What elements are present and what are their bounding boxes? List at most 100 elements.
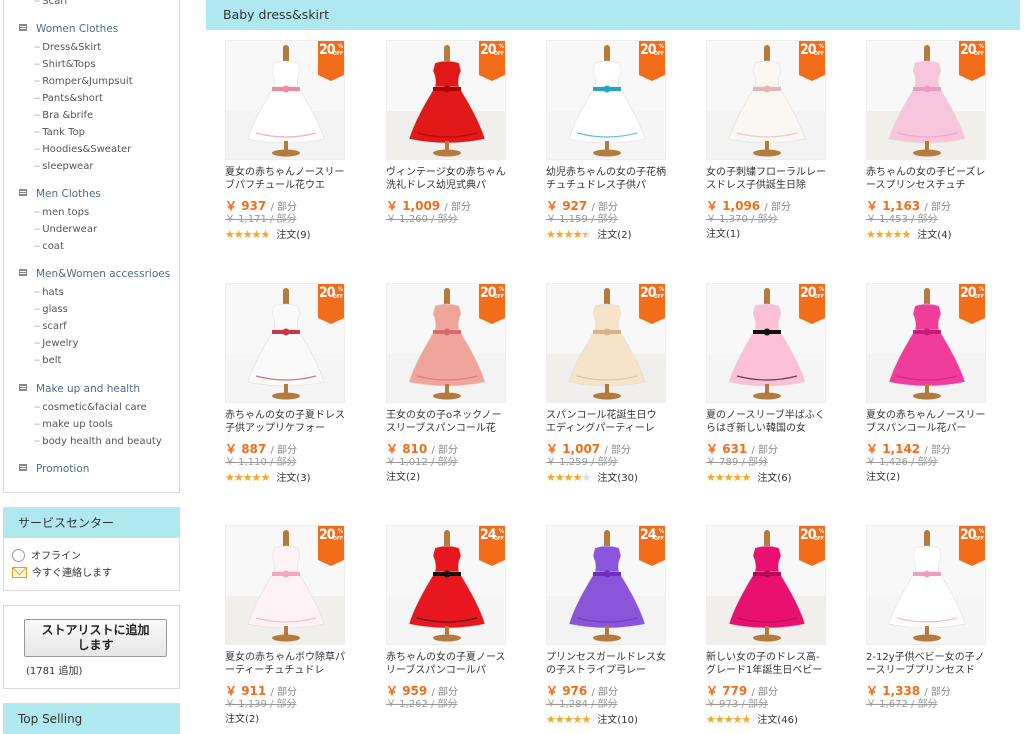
order-count: 注文(2): [866, 472, 901, 483]
tree-dash: --: [34, 59, 40, 70]
sidebar-item-label: body health and beauty: [42, 436, 162, 447]
product-card[interactable]: 20% OFF 赤ちゃんの女の子ビーズレースプリンセスチュチ ￥ 1,163 / 部分…: [866, 40, 1016, 242]
product-title[interactable]: 夏女の赤ちゃんノースリーブパフチュール花ウエ: [225, 166, 345, 192]
rating-row: 注文(1): [706, 227, 856, 242]
product-card[interactable]: 20% OFF スパンコール花誕生日ウエディングパーティーレ ￥ 1,007 / 部分…: [546, 283, 696, 485]
sidebar-item[interactable]: -- glass: [34, 304, 68, 315]
sidebar-group-4[interactable]: Promotion: [19, 463, 89, 475]
product-card[interactable]: 24% OFF プリンセスガールドレス女の子ストライプ弓レー ￥ 976 / 部分 ￥ …: [546, 525, 696, 727]
tree-dash: --: [34, 321, 40, 332]
product-thumbnail[interactable]: 20% OFF: [866, 40, 986, 160]
collapse-square-icon: [19, 384, 27, 391]
product-card[interactable]: 20% OFF 夏のノースリーブ半ばふくらはぎ新しい韓国の女 ￥ 631 / 部分 ￥ …: [706, 283, 856, 485]
sidebar-item-label: coat: [42, 241, 64, 252]
percent-sign: %: [498, 43, 504, 50]
product-title[interactable]: 幼児赤ちゃんの女の子花柄チュチュドレス子供パ: [546, 166, 666, 192]
sidebar-item[interactable]: -- Hoodies&Sweater: [34, 144, 131, 155]
discount-badge: 20% OFF: [799, 284, 825, 324]
sidebar-item[interactable]: -- cosmetic&facial care: [34, 402, 147, 413]
product-thumbnail[interactable]: 20% OFF: [706, 525, 826, 645]
sidebar-item[interactable]: -- coat: [34, 241, 64, 252]
product-thumbnail[interactable]: 20% OFF: [386, 40, 506, 160]
product-title[interactable]: 赤ちゃんの女の子夏ノースリーブスパンコールパ: [386, 651, 506, 677]
sidebar-group-2[interactable]: Men&Women accessrioes: [19, 268, 170, 280]
product-card[interactable]: 20% OFF 幼児赤ちゃんの女の子花柄チュチュドレス子供パ ￥ 927 / 部分 ￥ …: [546, 40, 696, 242]
product-card[interactable]: 20% OFF 新しい女の子のドレス高-グレード1年誕生日ベビー ￥ 779 / 部分…: [706, 525, 856, 727]
product-thumbnail[interactable]: 20% OFF: [706, 40, 826, 160]
product-title[interactable]: 夏女の赤ちゃんノースリーブスパンコール花パー: [866, 409, 986, 435]
category-heading: Baby dress&skirt: [206, 0, 1020, 30]
product-card[interactable]: 20% OFF 赤ちゃんの女の子夏ドレス子供アップリケフォー ￥ 887 / 部分 ￥ …: [225, 283, 375, 485]
sidebar-item[interactable]: -- Dress&Skirt: [34, 42, 101, 53]
product-card[interactable]: 20% OFF 女の子刺繍フローラルレースドレス子供誕生日除 ￥ 1,096 / 部分…: [706, 40, 856, 242]
sidebar-group-0[interactable]: Women Clothes: [19, 23, 118, 35]
product-thumbnail[interactable]: 20% OFF: [546, 40, 666, 160]
sidebar-item-label: belt: [42, 355, 62, 366]
sidebar-item[interactable]: -- men tops: [34, 207, 89, 218]
product-card[interactable]: 20% OFF ヴィンテージ女の赤ちゃん洗礼ドレス幼児式典パ ￥ 1,009 / 部分…: [386, 40, 536, 242]
price-unit: / 部分: [591, 687, 619, 698]
product-title[interactable]: 女の子刺繍フローラルレースドレス子供誕生日除: [706, 166, 826, 192]
star-fill: ★★★★★: [225, 228, 268, 241]
product-title[interactable]: スパンコール花誕生日ウエディングパーティーレ: [546, 409, 666, 435]
price: ￥ 1,142 / 部分: [866, 440, 1016, 456]
product-title[interactable]: 新しい女の子のドレス高-グレード1年誕生日ベビー: [706, 651, 826, 677]
sidebar-item[interactable]: -- Shirt&Tops: [34, 59, 96, 70]
star-rating-icon: ★★★★★★★★★★: [225, 471, 270, 484]
product-thumbnail[interactable]: 20% OFF: [866, 525, 986, 645]
contact-now-link[interactable]: 今すぐ連絡します: [4, 565, 179, 582]
sidebar-item[interactable]: -- sleepwear: [34, 161, 93, 172]
product-card[interactable]: 24% OFF 赤ちゃんの女の子夏ノースリーブスパンコールパ ￥ 959 / 部分 ￥ …: [386, 525, 536, 727]
product-thumbnail[interactable]: 20% OFF: [225, 40, 345, 160]
sidebar-item[interactable]: -- Romper&Jumpsuit: [34, 76, 133, 87]
product-thumbnail[interactable]: 20% OFF: [866, 283, 986, 403]
sidebar-item[interactable]: -- body health and beauty: [34, 436, 162, 447]
product-card[interactable]: 20% OFF 夏女の赤ちゃんノースリーブスパンコール花パー ￥ 1,142 / 部分…: [866, 283, 1016, 485]
offline-status[interactable]: オフライン: [4, 548, 179, 565]
price-unit: / 部分: [270, 687, 298, 698]
tree-dash: --: [34, 76, 40, 87]
price-unit: / 部分: [431, 445, 459, 456]
price-value: 927: [562, 199, 588, 213]
sidebar-group-3[interactable]: Make up and health: [19, 383, 140, 395]
product-card[interactable]: 20% OFF 夏女の赤ちゃんノースリーブパフチュール花ウエ ￥ 937 / 部分 ￥ …: [225, 40, 375, 242]
currency-symbol: ￥: [225, 442, 238, 456]
product-thumbnail[interactable]: 20% OFF: [546, 283, 666, 403]
tree-dash: --: [34, 419, 40, 430]
sidebar-item[interactable]: -- belt: [34, 355, 61, 366]
rating-row: ★★★★★ ★★★★★ 注文(6): [706, 470, 856, 485]
sidebar-item[interactable]: -- hats: [34, 287, 64, 298]
product-title[interactable]: 赤ちゃんの女の子ビーズレースプリンセスチュチ: [866, 166, 986, 192]
percent-sign: %: [658, 528, 664, 535]
sidebar-group-1[interactable]: Men Clothes: [19, 188, 101, 200]
product-card[interactable]: 20% OFF 2-12y子供ベビー女の子ノースリーブプリンセスド ￥ 1,338 /…: [866, 525, 1016, 727]
product-title[interactable]: 夏のノースリーブ半ばふくらはぎ新しい韓国の女: [706, 409, 826, 435]
product-thumbnail[interactable]: 20% OFF: [706, 283, 826, 403]
product-thumbnail[interactable]: 24% OFF: [386, 525, 506, 645]
product-thumbnail[interactable]: 20% OFF: [386, 283, 506, 403]
product-thumbnail[interactable]: 24% OFF: [546, 525, 666, 645]
sidebar-item[interactable]: -- Tank Top: [34, 127, 85, 138]
product-title[interactable]: ヴィンテージ女の赤ちゃん洗礼ドレス幼児式典パ: [386, 166, 506, 192]
product-thumbnail[interactable]: 20% OFF: [225, 525, 345, 645]
price: ￥ 810 / 部分: [386, 440, 536, 456]
product-title[interactable]: プリンセスガールドレス女の子ストライプ弓レー: [546, 651, 666, 677]
rating-row: ★★★★★ ★★★★★ 注文(9): [225, 227, 375, 242]
sidebar-item[interactable]: -- Pants&short: [34, 93, 103, 104]
product-title[interactable]: 王女の女の子oネックノースリーブスパンコール花: [386, 409, 506, 435]
sidebar-item-scarf-top[interactable]: -- Scarf: [34, 0, 68, 7]
tree-dash: --: [34, 287, 40, 298]
sidebar-item[interactable]: -- scarf: [34, 321, 67, 332]
product-thumbnail[interactable]: 20% OFF: [225, 283, 345, 403]
product-card[interactable]: 20% OFF 夏女の赤ちゃんボウ除草パーティーチュチュドレ ￥ 911 / 部分 ￥ …: [225, 525, 375, 727]
product-title[interactable]: 2-12y子供ベビー女の子ノースリーブプリンセスド: [866, 651, 986, 677]
product-card[interactable]: 20% OFF 王女の女の子oネックノースリーブスパンコール花 ￥ 810 / 部分 ￥…: [386, 283, 536, 485]
sidebar-item[interactable]: -- Jewelry: [34, 338, 78, 349]
sidebar-item[interactable]: -- Underwear: [34, 224, 97, 235]
add-to-store-list-button[interactable]: ストアリストに追加 します: [24, 619, 167, 657]
sidebar-item-label: Bra &brife: [42, 110, 94, 121]
product-title[interactable]: 赤ちゃんの女の子夏ドレス子供アップリケフォー: [225, 409, 345, 435]
product-title[interactable]: 夏女の赤ちゃんボウ除草パーティーチュチュドレ: [225, 651, 345, 677]
sidebar-item[interactable]: -- make up tools: [34, 419, 113, 430]
sidebar-item[interactable]: -- Bra &brife: [34, 110, 93, 121]
